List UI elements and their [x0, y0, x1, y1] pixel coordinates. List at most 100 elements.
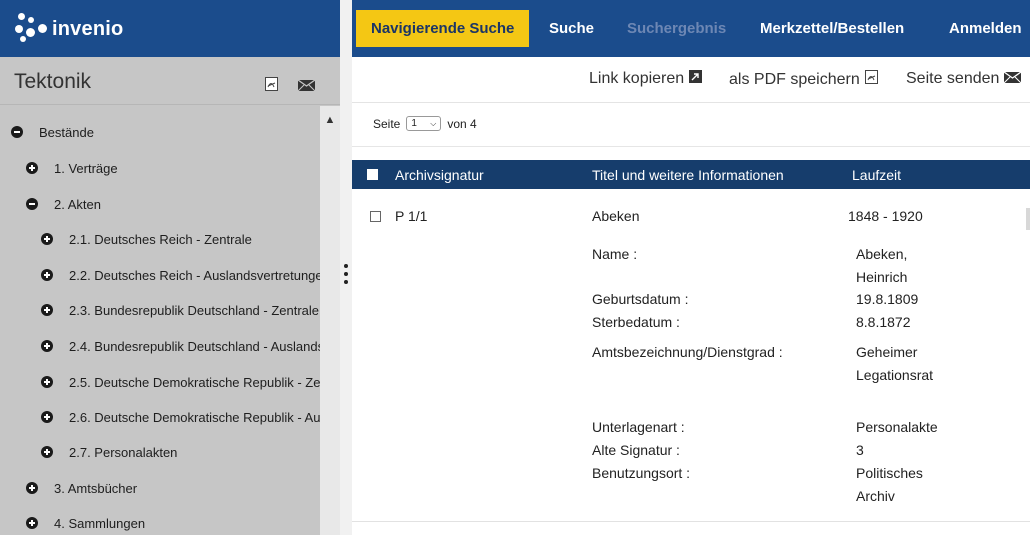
tree-item[interactable]: 1. Verträge [26, 156, 118, 180]
detail-value: Abeken, [856, 246, 908, 262]
row-checkbox[interactable] [370, 211, 381, 222]
tree-item-label: 2. Akten [54, 196, 101, 212]
detail-value: 19.8.1809 [856, 291, 919, 307]
collapse-icon[interactable] [11, 126, 23, 138]
action-bar: Link kopieren als PDF speichern Seite se… [352, 57, 1030, 103]
tree-item[interactable]: Bestände [11, 120, 94, 144]
drag-handle-icon[interactable] [342, 264, 350, 286]
tree-item[interactable]: 2.4. Bundesrepublik Deutschland - Auslan… [41, 334, 320, 358]
save-pdf-button[interactable]: als PDF speichern [729, 70, 878, 89]
tree-item-label: 2.1. Deutsches Reich - Zentrale [69, 231, 252, 247]
detail-label: Unterlagenart : [592, 419, 685, 435]
mail-icon[interactable] [297, 78, 316, 96]
tree-item[interactable]: 2.5. Deutsche Demokratische Republik - Z… [41, 370, 320, 394]
page-select-value: 1 [411, 118, 417, 129]
pager-prefix: Seite [373, 116, 401, 131]
top-navigation: Navigierende Suche Suche Suchergebnis Me… [352, 0, 1030, 57]
tree-item[interactable]: 2.6. Deutsche Demokratische Republik - A… [41, 405, 320, 429]
tree-item-label: 2.2. Deutsches Reich - Auslandsvertretun… [69, 267, 320, 283]
detail-label: Benutzungsort : [592, 465, 691, 481]
tree-item[interactable]: 2.2. Deutsches Reich - Auslandsvertretun… [41, 263, 320, 287]
tree-scrollbar[interactable]: ▲ [320, 106, 340, 535]
logo-bar: invenio [0, 0, 340, 57]
tree-item-label: 2.6. Deutsche Demokratische Republik - A… [69, 409, 320, 425]
detail-value: Legationsrat [856, 367, 934, 383]
detail-label: Amtsbezeichnung/Dienstgrad : [592, 344, 783, 360]
pdf-icon [864, 70, 878, 89]
detail-value: Geheimer [856, 344, 918, 360]
detail-label: Alte Signatur : [592, 442, 680, 458]
nav-navigierende-suche[interactable]: Navigierende Suche [356, 10, 530, 47]
detail-value: Archiv [856, 488, 895, 504]
expand-icon[interactable] [26, 517, 38, 529]
column-header-laufzeit[interactable]: Laufzeit [852, 160, 901, 189]
tree-item[interactable]: 2.1. Deutsches Reich - Zentrale [41, 227, 252, 251]
detail-label: Name : [592, 246, 638, 262]
detail-value: 8.8.1872 [856, 314, 911, 330]
expand-icon[interactable] [41, 233, 53, 245]
detail-value: Politisches [856, 465, 923, 481]
send-page-label: Seite senden [906, 70, 1000, 87]
tree-item-label: 2.5. Deutsche Demokratische Republik - Z… [69, 374, 320, 390]
column-header-archivsignatur[interactable]: Archivsignatur [395, 160, 484, 189]
detail-value: Personalakte [856, 419, 938, 435]
link-icon [689, 70, 703, 88]
detail-value: 3 [856, 442, 864, 458]
column-header-titel[interactable]: Titel und weitere Informationen [592, 160, 784, 189]
tree-item[interactable]: 4. Sammlungen [26, 511, 145, 535]
logo-text: invenio [52, 17, 124, 40]
nav-suche[interactable]: Suche [549, 0, 594, 57]
nav-anmelden[interactable]: Anmelden [949, 0, 1022, 57]
expand-icon[interactable] [26, 162, 38, 174]
tree-item[interactable]: 2.7. Personalakten [41, 440, 177, 464]
cell-laufzeit: 1848 - 1920 [848, 208, 923, 224]
divider [352, 146, 1030, 147]
expand-icon[interactable] [41, 269, 53, 281]
tektonik-tree: Bestände 1. Verträge 2. Akten 2.1. Deuts… [0, 106, 320, 535]
tree-item[interactable]: 2. Akten [26, 192, 101, 216]
table-header: Archivsignatur Titel und weitere Informa… [352, 160, 1030, 189]
expand-icon[interactable] [41, 446, 53, 458]
pager: Seite 1 ⌵ von 4 [373, 116, 477, 131]
tree-item[interactable]: 2.3. Bundesrepublik Deutschland - Zentra… [41, 298, 319, 322]
detail-value: Heinrich [856, 269, 908, 285]
expand-icon[interactable] [41, 411, 53, 423]
expand-icon[interactable] [41, 340, 53, 352]
scroll-up-icon[interactable]: ▲ [320, 110, 340, 130]
pager-suffix: von 4 [447, 116, 477, 131]
tree-item-label: 4. Sammlungen [54, 515, 146, 531]
detail-label: Sterbedatum : [592, 314, 680, 330]
copy-link-button[interactable]: Link kopieren [589, 70, 703, 88]
expand-icon[interactable] [41, 376, 53, 388]
logo-dots-icon [14, 12, 50, 46]
pdf-icon[interactable] [265, 77, 278, 96]
mail-icon [1004, 70, 1022, 88]
left-panel: invenio Tektonik Bestände 1. Verträge 2.… [0, 0, 340, 535]
copy-link-label: Link kopieren [589, 70, 685, 87]
collapse-icon[interactable] [26, 198, 38, 210]
send-page-button[interactable]: Seite senden [906, 70, 1022, 88]
tree-item-label: Bestände [39, 124, 94, 140]
save-pdf-label: als PDF speichern [729, 70, 860, 88]
tektonik-title: Tektonik [14, 70, 92, 93]
tree-item[interactable]: 3. Amtsbücher [26, 476, 137, 500]
chevron-down-icon: ⌵ [430, 119, 437, 128]
expand-icon[interactable] [26, 482, 38, 494]
detail-label: Geburtsdatum : [592, 291, 689, 307]
invenio-logo[interactable]: invenio [14, 12, 123, 46]
row-divider [352, 521, 1030, 522]
cell-archivsignatur[interactable]: P 1/1 [395, 208, 427, 224]
tree-item-label: 2.4. Bundesrepublik Deutschland - Auslan… [69, 338, 320, 354]
select-all-checkbox[interactable] [367, 169, 378, 180]
expand-icon[interactable] [41, 304, 53, 316]
tree-item-label: 3. Amtsbücher [54, 480, 138, 496]
cell-titel[interactable]: Abeken [592, 208, 639, 224]
page-select[interactable]: 1 ⌵ [406, 116, 442, 131]
tree-item-label: 2.3. Bundesrepublik Deutschland - Zentra… [69, 302, 320, 318]
tree-item-label: 2.7. Personalakten [69, 444, 178, 460]
nav-merkzettel[interactable]: Merkzettel/Bestellen [760, 0, 904, 57]
nav-suchergebnis: Suchergebnis [627, 20, 727, 37]
scroll-thumb[interactable] [1026, 208, 1030, 230]
panel-splitter[interactable] [340, 0, 352, 535]
tektonik-header: Tektonik [0, 57, 340, 105]
